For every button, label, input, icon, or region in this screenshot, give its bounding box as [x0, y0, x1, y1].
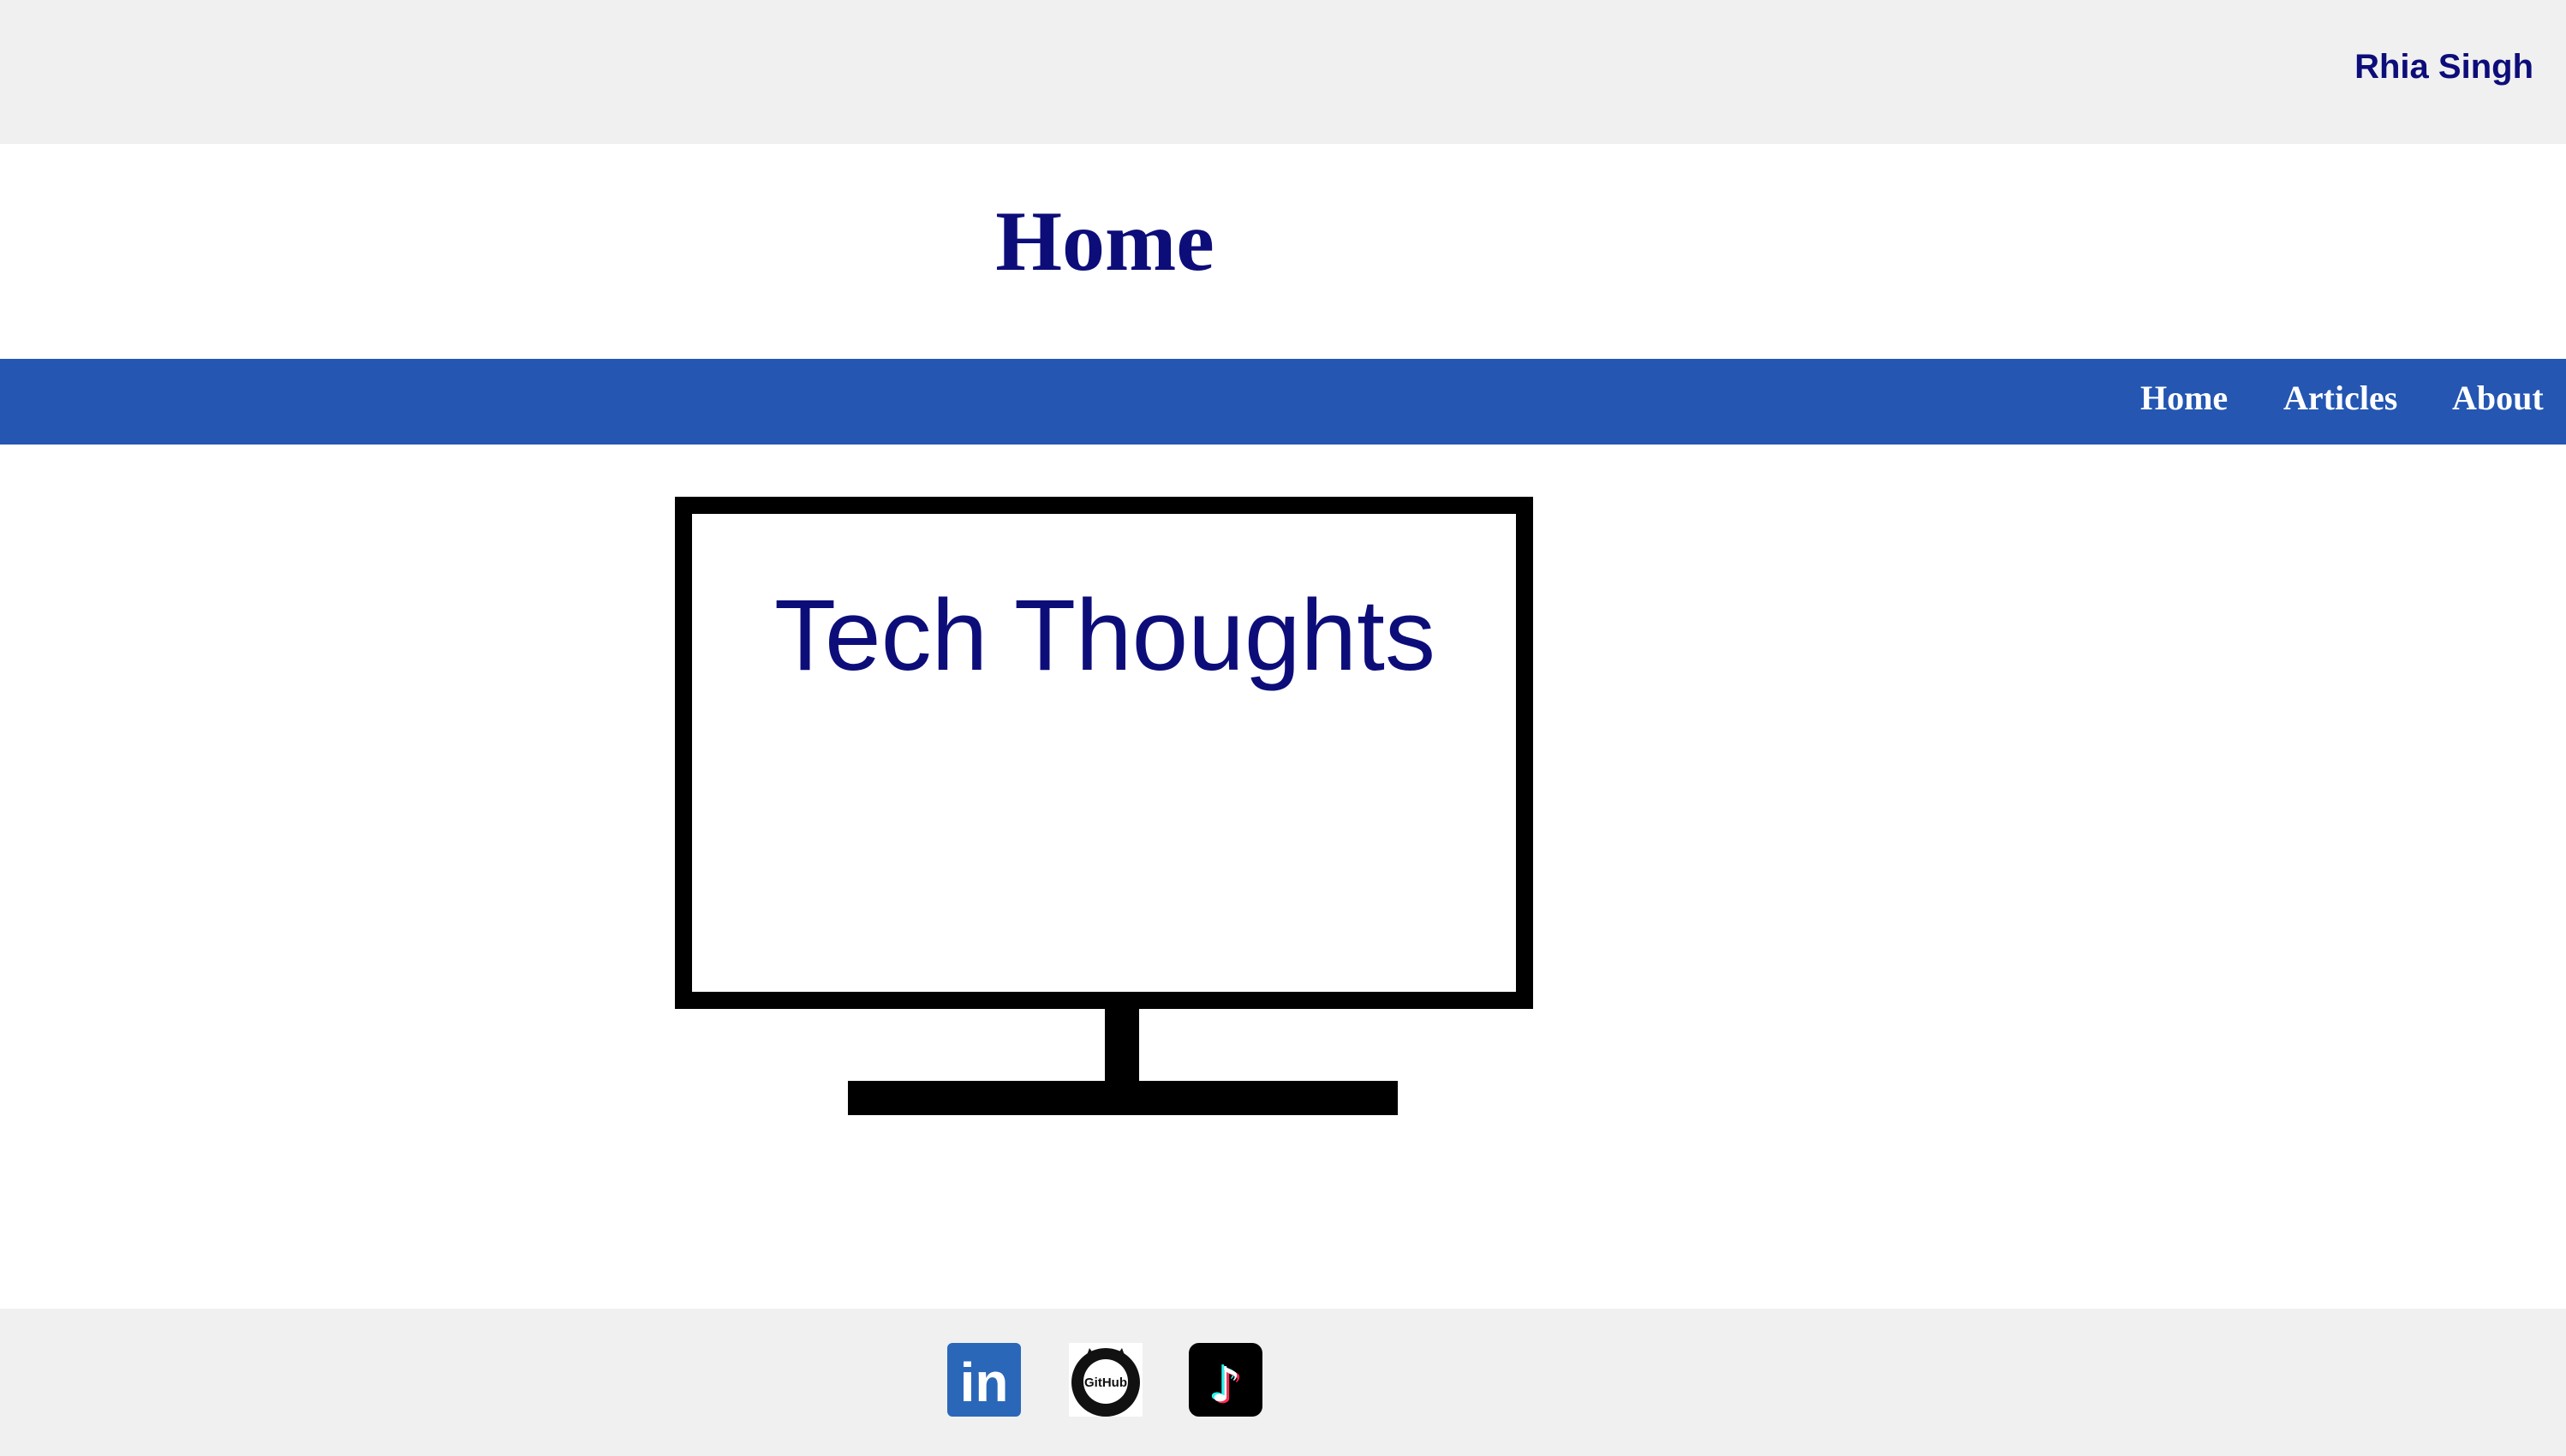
svg-text:♪: ♪: [1210, 1358, 1241, 1413]
page-title: Home: [995, 194, 1214, 289]
top-header: Rhia Singh: [0, 0, 2566, 144]
hero-title: Tech Thoughts: [774, 579, 1435, 692]
monitor-base: [848, 1081, 1398, 1115]
svg-text:in: in: [960, 1352, 1009, 1413]
footer: in GitHub ♪ ♪ ♪: [0, 1309, 2566, 1456]
nav-link-home[interactable]: Home: [2140, 381, 2228, 415]
nav-bar: Home Articles About: [0, 359, 2566, 445]
github-icon: GitHub: [1069, 1343, 1143, 1417]
hero-banner: Tech Thoughts: [675, 497, 1535, 1117]
linkedin-icon: in: [947, 1343, 1021, 1417]
tiktok-link[interactable]: ♪ ♪ ♪: [1189, 1343, 1262, 1417]
svg-text:GitHub: GitHub: [1084, 1375, 1127, 1390]
nav-link-about[interactable]: About: [2452, 381, 2544, 415]
author-name: Rhia Singh: [2354, 48, 2533, 86]
github-link[interactable]: GitHub: [1069, 1343, 1143, 1417]
tiktok-icon: ♪ ♪ ♪: [1189, 1343, 1262, 1417]
monitor-icon: Tech Thoughts: [675, 497, 1533, 1115]
nav-link-articles[interactable]: Articles: [2283, 381, 2397, 415]
linkedin-link[interactable]: in: [947, 1343, 1021, 1417]
monitor-neck: [1105, 1009, 1139, 1081]
